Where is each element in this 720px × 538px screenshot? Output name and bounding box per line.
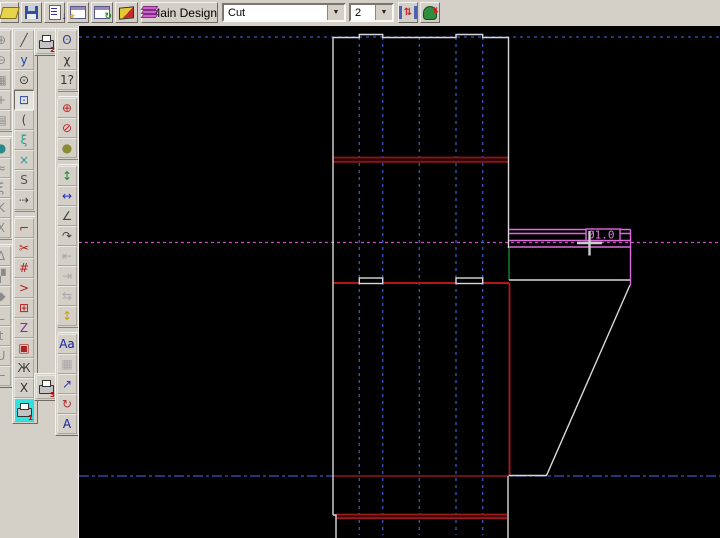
new-window-button[interactable] (67, 2, 89, 23)
toolbox-separator (58, 91, 78, 97)
print-item-3-button[interactable]: 3 (36, 375, 56, 399)
updown-question-tool-icon[interactable]: 1? (57, 70, 77, 90)
clipped-tool-ball[interactable]: ● (0, 138, 11, 158)
clipped-tool-u[interactable]: U (0, 346, 11, 366)
save-button[interactable] (21, 2, 42, 23)
rotate-curve-tool-icon[interactable]: ↷ (57, 226, 77, 246)
fillet-tool-icon[interactable]: ⌐ (14, 218, 34, 238)
toolbox-separator (15, 211, 35, 217)
open-folder-icon (0, 7, 20, 19)
scissors-tool-icon[interactable]: ✂ (14, 238, 34, 258)
toolbox-separator (0, 239, 12, 245)
scale-combo[interactable]: 2 ▼ (349, 3, 394, 22)
bold-x-tool-icon[interactable]: X (14, 378, 34, 398)
layer-combo-value: Cut (224, 7, 327, 19)
select-rect-tool-icon[interactable]: ⊡ (14, 90, 34, 110)
save-icon (25, 6, 38, 19)
chevron-down-icon[interactable]: ▼ (327, 5, 344, 20)
guide-lines (79, 37, 720, 476)
stopwatch-tool-icon[interactable]: ʘ (57, 30, 77, 50)
clipped-tool-wave[interactable]: ≈ (0, 158, 11, 178)
clipped-tool-circle-minus[interactable]: ⊖ (0, 50, 11, 70)
rotate-tool-icon[interactable]: ↻ (57, 394, 77, 414)
left-toolbox: ⊕⊖▦+▤●≈ξKXΔ▞◆LtU⌐ ╱y⊙⊡(ξ×S⇢⌐✂#>⊞Z▣ЖX1 2 … (0, 26, 78, 538)
dimension-label: Ø1.0 (588, 229, 615, 242)
clipped-tool-grid[interactable]: ▦ (0, 70, 11, 90)
x-curve-tool-icon[interactable]: χ (57, 50, 77, 70)
dim-tool-3-icon[interactable]: ⇆ (57, 286, 77, 306)
windows-flag-button[interactable] (115, 2, 138, 23)
import-button[interactable] (44, 2, 65, 23)
window-refresh-icon (94, 6, 110, 19)
dim-tool-1-icon[interactable]: ⇤ (57, 246, 77, 266)
angle-tool-icon[interactable]: ∠ (57, 206, 77, 226)
layers-icon (142, 6, 146, 19)
point-curve-tool-icon[interactable]: y (14, 50, 34, 70)
vertical-arrow-tool-icon[interactable]: ↕ (57, 166, 77, 186)
toolbox-separator (0, 131, 12, 137)
toolbox-separator (58, 159, 78, 165)
cross-lines-tool-icon[interactable]: × (14, 150, 34, 170)
clipped-tool-circle-plus[interactable]: ⊕ (0, 30, 11, 50)
line-tool-icon[interactable]: ╱ (14, 30, 34, 50)
blob-tool-icon[interactable]: ● (57, 138, 77, 158)
nested-rect-tool-icon[interactable]: ▣ (14, 338, 34, 358)
clipped-tool-panel[interactable]: ▤ (0, 110, 11, 130)
slot-tool-icon[interactable]: ⊘ (57, 118, 77, 138)
letter-a-tool-icon[interactable]: A (57, 414, 77, 434)
open-button[interactable] (0, 2, 19, 23)
circle-plus-tool-icon[interactable]: ⊕ (57, 98, 77, 118)
horizontal-arrow-tool-icon[interactable]: ↔ (57, 186, 77, 206)
clipped-tool-corner[interactable]: ⌐ (0, 366, 11, 386)
star-x-tool-icon[interactable]: Ж (14, 358, 34, 378)
main-design-button[interactable]: Main Design (141, 2, 218, 23)
table-tool-icon[interactable]: ▦ (57, 354, 77, 374)
clipped-tool-curve[interactable]: ξ (0, 178, 11, 198)
clipped-tool-hand[interactable]: + (0, 90, 11, 110)
scale-combo-value: 2 (351, 7, 375, 19)
layer-combo[interactable]: Cut ▼ (222, 3, 346, 22)
fit-view-button[interactable]: ⇅ (398, 2, 418, 23)
clipped-tool-k[interactable]: K (0, 198, 11, 218)
clipped-tool-shade[interactable]: ▞ (0, 266, 11, 286)
window-star-icon (70, 6, 86, 19)
green-figure-icon (423, 6, 437, 20)
clipped-tool-x[interactable]: X (0, 218, 11, 238)
rect-handles-tool-icon[interactable]: ⊞ (14, 298, 34, 318)
dim-highlight-tool-icon[interactable]: ↕ (57, 306, 77, 326)
toolbox-separator (58, 327, 78, 333)
windows-flag-icon (119, 6, 134, 20)
print-item-2-button[interactable]: 2 (36, 30, 56, 54)
chevron-tool-icon[interactable]: > (14, 278, 34, 298)
chevron-down-icon[interactable]: ▼ (375, 5, 392, 20)
print-item-1-button[interactable]: 1 (14, 398, 34, 422)
drawing-canvas[interactable]: Ø1.0 (78, 26, 720, 538)
circle-tool-icon[interactable]: ⊙ (14, 70, 34, 90)
dotted-line-tool-icon[interactable]: ⇢ (14, 190, 34, 210)
clipped-tool-diamond[interactable]: ◆ (0, 286, 11, 306)
rebuild-window-button[interactable] (91, 2, 113, 23)
dim-tool-2-icon[interactable]: ⇥ (57, 266, 77, 286)
clipped-tool-t[interactable]: t (0, 326, 11, 346)
page-down-arrow-icon (49, 5, 61, 20)
zigzag-tool-icon[interactable]: Z (14, 318, 34, 338)
top-toolbar: Main Design Cut ▼ 2 ▼ ⇅ (0, 0, 720, 27)
hatch-tool-icon[interactable]: # (14, 258, 34, 278)
fold-lines[interactable] (359, 37, 482, 535)
text-tool-icon[interactable]: Aa (57, 334, 77, 354)
arc-tool-icon[interactable]: ( (14, 110, 34, 130)
clipped-tool-l[interactable]: L (0, 306, 11, 326)
s-curve-tool-icon[interactable]: S (14, 170, 34, 190)
user-tool-button[interactable] (420, 2, 440, 23)
arrow-ne-tool-icon[interactable]: ↗ (57, 374, 77, 394)
clipped-tool-delta[interactable]: Δ (0, 246, 11, 266)
main-design-label: Main Design (150, 6, 217, 20)
toolbox-column-draw: ╱y⊙⊡(ξ×S⇢ ⌐✂#>⊞Z▣ЖX1 (12, 28, 38, 424)
fit-vertical-icon: ⇅ (399, 6, 417, 19)
bezier-tool-icon[interactable]: ξ (14, 130, 34, 150)
cut-outline[interactable] (333, 35, 630, 538)
